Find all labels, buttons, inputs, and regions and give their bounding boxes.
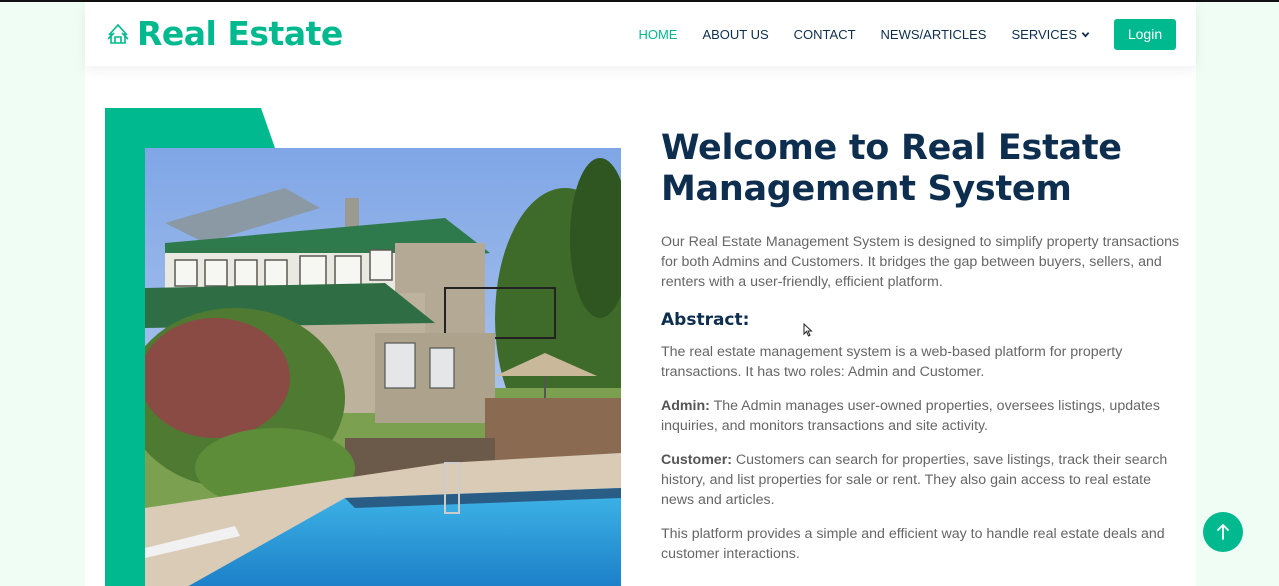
customer-label: Customer:: [661, 452, 732, 468]
abstract-heading: Abstract:: [661, 310, 750, 330]
customer-text: Customers can search for properties, sav…: [661, 452, 1168, 508]
closing-paragraph: This platform provides a simple and effi…: [661, 526, 1165, 562]
page-title: Welcome to Real Estate Management System: [661, 128, 1122, 209]
admin-label: Admin:: [661, 398, 710, 414]
main-nav: HOME ABOUT US CONTACT NEWS/ARTICLES SERV…: [613, 2, 1176, 66]
arrow-up-icon: [1217, 524, 1229, 540]
navbar: Real Estate HOME ABOUT US CONTACT NEWS/A…: [85, 2, 1196, 66]
nav-services-dropdown[interactable]: SERVICES: [1011, 27, 1090, 42]
nav-home[interactable]: HOME: [638, 27, 677, 42]
house-with-pool-photo: [145, 148, 621, 586]
welcome-section: Welcome to Real Estate Management System…: [661, 128, 1181, 564]
building-logo-icon: [107, 23, 129, 44]
nav-contact[interactable]: CONTACT: [794, 27, 856, 42]
nav-about-us[interactable]: ABOUT US: [702, 27, 768, 42]
page-container: Real Estate HOME ABOUT US CONTACT NEWS/A…: [85, 2, 1196, 586]
abstract-paragraph: The real estate management system is a w…: [661, 344, 1123, 380]
intro-paragraph: Our Real Estate Management System is des…: [661, 234, 1180, 290]
decorative-green-tab: [105, 108, 275, 148]
customer-paragraph: Customer: Customers can search for prope…: [661, 450, 1181, 510]
mouse-cursor-icon: [803, 323, 813, 337]
nav-news-articles[interactable]: NEWS/ARTICLES: [881, 27, 987, 42]
chevron-down-icon: [1081, 31, 1090, 37]
login-button[interactable]: Login: [1114, 18, 1176, 50]
nav-services-label: SERVICES: [1011, 26, 1077, 42]
admin-paragraph: Admin: The Admin manages user-owned prop…: [661, 396, 1181, 436]
back-to-top-button[interactable]: [1203, 512, 1243, 552]
brand-logo[interactable]: Real Estate: [105, 14, 343, 53]
admin-text: The Admin manages user-owned properties,…: [661, 398, 1160, 434]
brand-name: Real Estate: [137, 14, 343, 53]
